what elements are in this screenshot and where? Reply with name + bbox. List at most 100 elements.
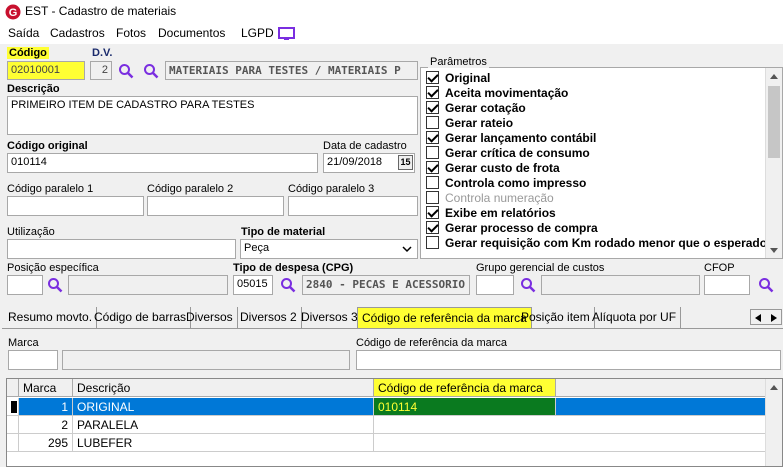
menu-fotos[interactable]: Fotos xyxy=(116,26,146,40)
menu-cadastros[interactable]: Cadastros xyxy=(50,26,105,40)
tipo-despesa-code-input[interactable]: 05015 xyxy=(233,275,273,295)
menu-documentos[interactable]: Documentos xyxy=(158,26,225,40)
grupo-gerencial-input[interactable] xyxy=(476,275,514,295)
cell-marca[interactable]: 2 xyxy=(19,416,73,434)
search-icon[interactable] xyxy=(47,277,63,293)
cell-codigo-ref[interactable] xyxy=(374,434,767,452)
checkbox[interactable] xyxy=(426,191,439,204)
posicao-especifica-label: Posição específica xyxy=(7,262,99,274)
param-aceita-movimentacao[interactable]: Aceita movimentação xyxy=(426,86,568,101)
chevron-right-icon[interactable] xyxy=(771,314,777,322)
utilizacao-input[interactable] xyxy=(7,239,236,259)
cell-descricao[interactable]: PARALELA xyxy=(73,416,374,434)
chevron-up-icon[interactable] xyxy=(770,384,778,390)
param-controla-impresso[interactable]: Controla como impresso xyxy=(426,176,586,191)
table-row[interactable]: 2 PARALELA xyxy=(7,416,767,434)
codigo-original-input[interactable]: 010114 xyxy=(7,153,318,173)
codigo-paralelo-2-input[interactable] xyxy=(147,196,284,216)
search-icon[interactable] xyxy=(118,63,134,79)
param-gerar-requisicao-km[interactable]: Gerar requisição com Km rodado menor que… xyxy=(426,236,767,251)
checkbox[interactable] xyxy=(426,176,439,189)
param-gerar-cotacao[interactable]: Gerar cotação xyxy=(426,101,526,116)
search-icon[interactable] xyxy=(280,277,296,293)
cell-codigo-ref[interactable]: 010114 xyxy=(374,398,556,416)
tab-diversos-3[interactable]: Diversos 3 xyxy=(297,307,363,328)
calendar-icon[interactable]: 15 xyxy=(398,155,413,170)
checkbox[interactable] xyxy=(426,236,439,249)
grupo-gerencial-desc xyxy=(541,275,700,295)
param-gerar-rateio[interactable]: Gerar rateio xyxy=(426,116,513,131)
checkbox[interactable] xyxy=(426,146,439,159)
cell-codigo-ref[interactable] xyxy=(374,416,767,434)
codigo-input[interactable]: 02010001 xyxy=(7,61,85,80)
data-cadastro-label: Data de cadastro xyxy=(323,140,407,152)
param-label: Original xyxy=(445,71,491,85)
tab-diversos-2[interactable]: Diversos 2 xyxy=(236,307,302,328)
grid-header-descricao[interactable]: Descrição xyxy=(73,379,374,397)
parametros-title: Parâmetros xyxy=(428,56,489,68)
codigo-paralelo-3-input[interactable] xyxy=(288,196,418,216)
search-icon[interactable] xyxy=(758,277,774,293)
param-label: Gerar requisição com Km rodado menor que… xyxy=(445,236,768,250)
tab-resumo-movto[interactable]: Resumo movto. xyxy=(4,307,98,328)
scroll-thumb[interactable] xyxy=(768,86,780,158)
cell-descricao[interactable]: LUBEFER xyxy=(73,434,374,452)
grid-row-indicator-header xyxy=(7,379,19,397)
table-row[interactable]: 1 ORIGINAL 010114 xyxy=(7,398,767,416)
parametros-scrollbar[interactable] xyxy=(765,68,782,258)
grid-scrollbar[interactable] xyxy=(765,379,782,466)
param-label: Gerar custo de frota xyxy=(445,161,560,175)
tipo-material-select[interactable]: Peça xyxy=(240,239,418,259)
grid-header-codigo-ref[interactable]: Código de referência da marca xyxy=(374,379,556,397)
codigo-ref-marca-input[interactable] xyxy=(356,350,781,370)
param-gerar-processo-compra[interactable]: Gerar processo de compra xyxy=(426,221,598,236)
chevron-down-icon[interactable] xyxy=(770,248,778,254)
param-controla-numeracao[interactable]: Controla numeração xyxy=(426,191,554,206)
checkbox[interactable] xyxy=(426,101,439,114)
chevron-down-icon[interactable] xyxy=(402,245,412,253)
chevron-left-icon[interactable] xyxy=(755,314,761,322)
tab-codigo-referencia-marca[interactable]: Código de referência da marca xyxy=(357,307,532,328)
dv-input[interactable]: 2 xyxy=(90,61,112,80)
marca-desc xyxy=(62,350,350,370)
checkbox[interactable] xyxy=(426,131,439,144)
grupo-gerencial-label: Grupo gerencial de custos xyxy=(476,262,605,274)
search-icon[interactable] xyxy=(520,277,536,293)
grid-header-marca[interactable]: Marca xyxy=(19,379,73,397)
cell-descricao[interactable]: ORIGINAL xyxy=(73,398,374,416)
param-original[interactable]: Original xyxy=(426,71,490,86)
param-gerar-custo-frota[interactable]: Gerar custo de frota xyxy=(426,161,560,176)
tab-posicao-item[interactable]: Posição item xyxy=(517,307,595,328)
param-gerar-critica[interactable]: Gerar crítica de consumo xyxy=(426,146,590,161)
tab-aliquota-uf[interactable]: Alíquota por UF xyxy=(588,307,682,328)
checkbox[interactable] xyxy=(426,71,439,84)
checkbox[interactable] xyxy=(426,116,439,129)
codigo-paralelo-1-input[interactable] xyxy=(7,196,144,216)
cell-marca[interactable]: 1 xyxy=(19,398,73,416)
codigo-original-label: Código original xyxy=(7,140,88,152)
tab-scroll-buttons[interactable] xyxy=(750,309,782,325)
checkbox[interactable] xyxy=(426,161,439,174)
param-gerar-lancamento[interactable]: Gerar lançamento contábil xyxy=(426,131,596,146)
menu-saida[interactable]: Saída xyxy=(8,26,39,40)
marca-input[interactable] xyxy=(8,350,58,370)
posicao-especifica-input[interactable] xyxy=(7,275,43,295)
codigo-label: Código xyxy=(7,47,49,59)
svg-text:G: G xyxy=(9,7,18,19)
tab-diversos[interactable]: Diversos xyxy=(182,307,238,328)
cfop-input[interactable] xyxy=(704,275,750,295)
monitor-icon[interactable] xyxy=(278,27,295,41)
tab-codigo-barras[interactable]: Código de barras xyxy=(90,307,192,328)
checkbox[interactable] xyxy=(426,221,439,234)
chevron-up-icon[interactable] xyxy=(770,73,778,79)
codigo-paralelo-3-label: Código paralelo 3 xyxy=(288,183,375,195)
cell-marca[interactable]: 295 xyxy=(19,434,73,452)
table-row[interactable]: 295 LUBEFER xyxy=(7,434,767,452)
checkbox[interactable] xyxy=(426,206,439,219)
descricao-input[interactable]: PRIMEIRO ITEM DE CADASTRO PARA TESTES xyxy=(7,96,418,135)
codigo-ref-marca-label: Código de referência da marca xyxy=(356,337,508,349)
menu-lgpd[interactable]: LGPD xyxy=(241,26,274,40)
search-icon[interactable] xyxy=(143,63,159,79)
param-exibe-relatorios[interactable]: Exibe em relatórios xyxy=(426,206,556,221)
checkbox[interactable] xyxy=(426,86,439,99)
